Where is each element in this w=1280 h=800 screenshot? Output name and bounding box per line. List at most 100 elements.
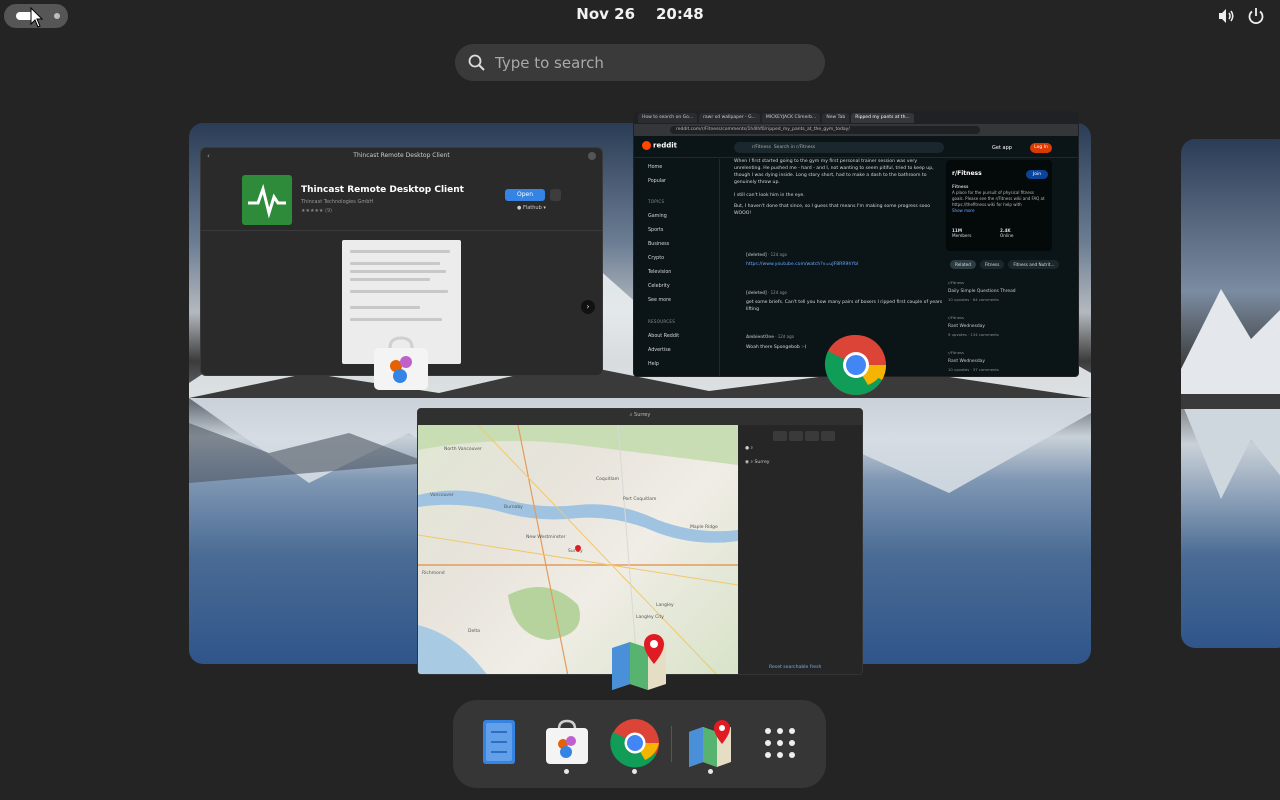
resource-item: About Reddit xyxy=(648,334,680,339)
chip-fitness-nutrition: Fitness and Nutrit... xyxy=(1008,260,1060,269)
route-to-value: Surrey xyxy=(754,460,770,465)
dash-app-software[interactable] xyxy=(542,718,592,774)
running-indicator xyxy=(708,769,713,774)
software-app-icon xyxy=(374,336,428,390)
map-label: Delta xyxy=(468,629,481,634)
source-label: Flathub xyxy=(522,205,542,211)
resources-header: RESOURCES xyxy=(648,319,676,324)
app-icon xyxy=(242,175,292,225)
dash-app-chrome[interactable] xyxy=(610,718,660,774)
screenshot-row xyxy=(350,250,450,253)
app-name: Thincast Remote Desktop Client xyxy=(301,185,464,195)
route-from: ● ⌕ xyxy=(745,446,754,451)
nav-popular: Popular xyxy=(648,179,666,184)
login-button: Log In xyxy=(1030,143,1052,153)
reddit-search: r/Fitness Search in r/Fitness xyxy=(734,142,944,153)
topic-item: Sports xyxy=(648,228,664,233)
window-title: Thincast Remote Desktop Client xyxy=(353,152,450,159)
topic-item: Crypto xyxy=(648,256,665,261)
post-text: But, I haven't done that since, so I gue… xyxy=(734,204,931,209)
post-text: I still can't look him in the eye. xyxy=(734,193,805,198)
related-chips: Related Fitness Fitness and Nutrit... xyxy=(950,260,1060,269)
dash-separator xyxy=(671,726,672,762)
screenshot-row xyxy=(350,270,446,273)
dash xyxy=(453,700,826,788)
screenshot-row xyxy=(350,290,448,293)
dash-app-maps[interactable] xyxy=(686,718,736,774)
maps-headerbar: ⌕ Surrey xyxy=(418,409,862,425)
related-title: Rant Wednesday xyxy=(948,324,985,329)
map-label: Coquitlam xyxy=(596,477,620,482)
post-text: though I was dying inside. Long story sh… xyxy=(734,173,927,178)
related-sub: r/Fitness xyxy=(948,350,964,355)
map-label: North Vancouver xyxy=(444,447,482,452)
topic-item: See more xyxy=(648,298,671,303)
search-entry[interactable] xyxy=(455,44,825,81)
comment-text: https://www.youtube.com/watch?v=uJF8RR9h… xyxy=(746,262,859,267)
system-tray[interactable] xyxy=(1216,6,1266,26)
transit-icon xyxy=(821,431,835,441)
walk-icon xyxy=(773,431,787,441)
chip-related: Related xyxy=(950,260,976,269)
running-indicator xyxy=(632,769,637,774)
next-workspace-thumbnail[interactable] xyxy=(1181,139,1280,648)
subreddit-name: r/Fitness xyxy=(952,170,982,177)
maps-app-icon xyxy=(612,634,666,690)
resource-item: Advertise xyxy=(648,348,671,353)
map-label: Vancouver xyxy=(430,493,454,498)
mouse-pointer-icon xyxy=(30,7,44,28)
post-text: When I first started going to the gym my… xyxy=(734,159,918,164)
workspace-indicator xyxy=(54,13,60,19)
screenshot-row xyxy=(350,306,420,309)
volume-icon[interactable] xyxy=(1216,6,1236,26)
reddit-header: reddit r/Fitness Search in r/Fitness Get… xyxy=(634,136,1078,158)
map-view: North Vancouver Vancouver Burnaby Coquit… xyxy=(418,425,738,674)
topics-header: TOPICS xyxy=(648,199,665,204)
close-icon xyxy=(588,152,596,160)
map-label: Port Coquitlam xyxy=(623,497,657,502)
dash-app-text-editor[interactable] xyxy=(474,718,524,774)
clock-time[interactable]: 20:48 xyxy=(656,5,704,23)
map-label: Burnaby xyxy=(504,505,523,510)
tab-strip: How to search on Go... rawr xd wallpaper… xyxy=(634,112,1078,124)
screenshot-row xyxy=(350,262,440,265)
post-text: WOOO! xyxy=(734,211,752,216)
browser-tab: rawr xd wallpaper - G... xyxy=(699,113,760,123)
browser-tab: New Tab xyxy=(822,113,850,123)
address-bar: reddit.com/r/Fitness/comments/1h4lhf0/ri… xyxy=(634,124,1078,136)
members-count: 11M Members xyxy=(952,228,972,238)
comment-meta: [deleted] · 12d ago xyxy=(746,252,787,257)
topic-item: Television xyxy=(648,270,672,275)
open-button: Open xyxy=(505,189,545,201)
topic-item: Business xyxy=(648,242,670,247)
online-count: 2.4K Online xyxy=(1000,228,1014,238)
chevron-right-icon: › xyxy=(581,300,595,314)
pulse-icon xyxy=(248,183,286,219)
chrome-app-icon xyxy=(824,334,886,396)
map-label: New Westminster xyxy=(526,535,566,540)
resource-item: Help xyxy=(648,362,659,367)
show-apps-button[interactable] xyxy=(755,718,805,774)
reddit-logo: reddit xyxy=(642,141,677,150)
screenshot-row xyxy=(350,278,430,281)
nav-home: Home xyxy=(648,165,663,170)
subreddit-chip: r/Fitness xyxy=(752,145,771,150)
top-bar: Nov 26 20:48 xyxy=(0,0,1280,32)
rating-count: (9) xyxy=(325,208,333,214)
software-icon xyxy=(546,719,588,764)
reddit-sidebar: Home Popular TOPICS Gaming Sports Busine… xyxy=(634,159,720,376)
url-text: reddit.com/r/Fitness/comments/1h4lhf0/ri… xyxy=(670,126,980,134)
browser-tab: How to search on Go... xyxy=(638,113,698,123)
subreddit-card: r/Fitness Join Fitness A place for the pu… xyxy=(946,160,1052,251)
route-to: ◉ ⌕ Surrey xyxy=(745,460,770,465)
reddit-icon xyxy=(642,141,651,150)
chrome-icon xyxy=(610,719,659,768)
maps-title: ⌕ Surrey xyxy=(629,412,651,418)
browser-tab: MICKEYJACK Climerb... xyxy=(761,113,821,123)
comment-text: get some briefs. Can't tell you how many… xyxy=(746,300,943,312)
search-input[interactable] xyxy=(495,48,805,77)
power-icon[interactable] xyxy=(1246,6,1266,26)
trash-icon xyxy=(550,189,561,201)
clock-date[interactable]: Nov 26 xyxy=(576,5,635,23)
map-label: Langley xyxy=(656,603,674,608)
